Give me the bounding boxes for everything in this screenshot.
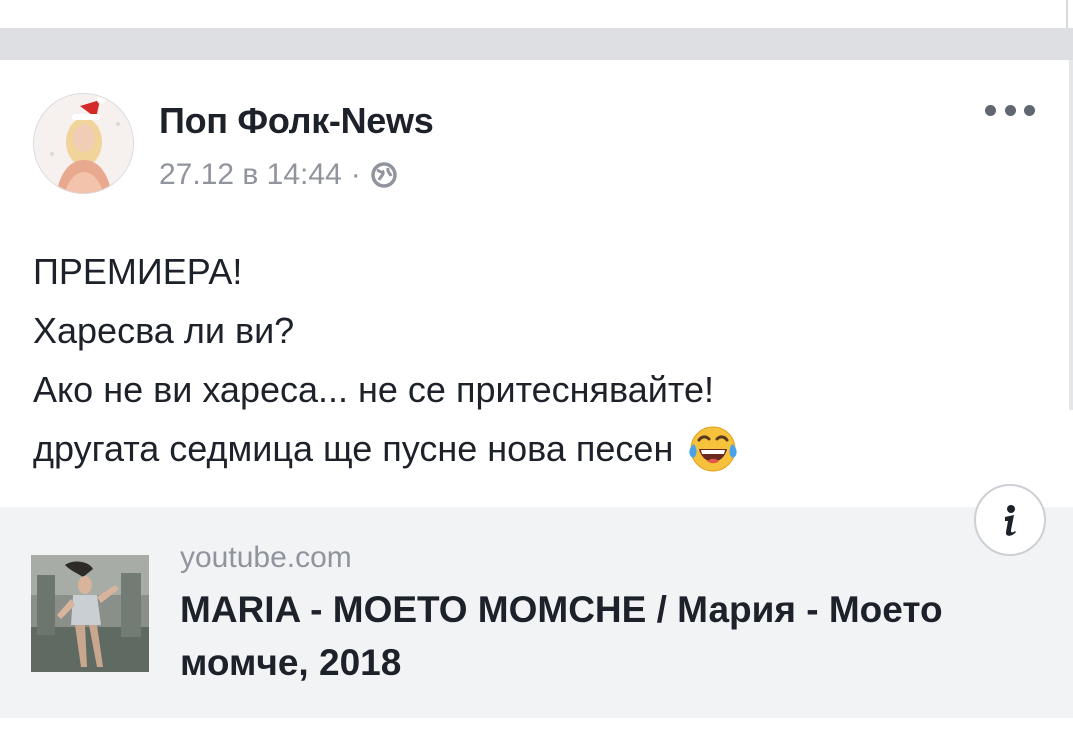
post-text: ПРЕМИЕРА! Харесва ли ви? Ако не ви харес… [33, 242, 739, 478]
post-text-line: ПРЕМИЕРА! [33, 251, 243, 292]
meta-separator: · [350, 158, 361, 191]
top-strip-edge [1066, 0, 1068, 28]
scrollbar[interactable] [1069, 60, 1073, 410]
tears-of-joy-emoji-icon [687, 423, 739, 475]
globe-icon [369, 160, 399, 190]
info-icon[interactable] [974, 484, 1046, 556]
post-text-line: Ако не ви хареса... не се притеснявайте! [33, 369, 715, 410]
post-text-line: другата седмица ще пусне нова песен [33, 428, 674, 469]
post-text-line-with-emoji: другата седмица ще пусне нова песен [33, 419, 739, 478]
link-thumbnail[interactable] [31, 555, 149, 672]
feed-separator [0, 28, 1073, 60]
page-avatar[interactable] [33, 93, 134, 194]
link-title[interactable]: MARIA - МОЕТО МОМСНЕ / Мария - Моето мом… [180, 583, 980, 689]
avatar-image [34, 94, 133, 193]
video-thumbnail-image [31, 555, 149, 672]
post-timestamp[interactable]: 27.12 в 14:44 [159, 158, 342, 192]
link-domain: youtube.com [180, 541, 352, 574]
top-strip [0, 0, 1073, 28]
more-options-icon[interactable] [985, 95, 1035, 125]
post-meta: 27.12 в 14:44 · [159, 158, 399, 192]
page-name[interactable]: Поп Фолк-News [159, 100, 434, 142]
bottom-strip [0, 718, 1073, 748]
post-text-line: Харесва ли ви? [33, 310, 295, 351]
